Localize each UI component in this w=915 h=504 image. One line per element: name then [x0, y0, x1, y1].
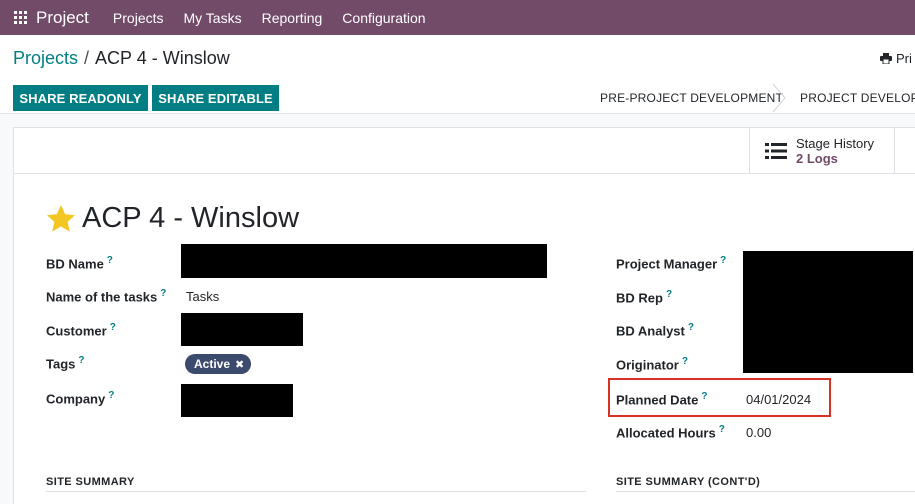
favorite-star-icon[interactable]	[46, 204, 76, 234]
site-summary-title: SITE SUMMARY	[46, 476, 135, 488]
help-icon[interactable]: ?	[666, 289, 672, 300]
stage-history-button[interactable]: Stage History 2 Logs	[749, 128, 895, 174]
stage-history-label: Stage History	[796, 136, 875, 151]
bd-name-value-redacted[interactable]	[181, 244, 547, 278]
customer-label: Customer?	[46, 322, 116, 339]
list-icon	[765, 143, 787, 159]
bd-rep-label: BD Rep?	[616, 289, 673, 306]
company-value-redacted[interactable]	[181, 384, 293, 417]
control-panel: Projects / ACP 4 - Winslow Pri	[0, 35, 915, 81]
stage-pre-project-development[interactable]: PRE-PROJECT DEVELOPMENT	[600, 85, 783, 111]
nav-my-tasks[interactable]: My Tasks	[174, 0, 252, 35]
tag-remove-icon[interactable]: ✖	[235, 358, 244, 371]
tag-active[interactable]: Active ✖	[185, 354, 252, 374]
site-summary-divider	[46, 491, 586, 492]
nav-reporting[interactable]: Reporting	[252, 0, 333, 35]
help-icon[interactable]: ?	[160, 288, 166, 299]
site-summary-contd-title: SITE SUMMARY (CONT'D)	[616, 476, 761, 488]
print-button[interactable]: Pri	[880, 51, 912, 66]
print-label: Pri	[896, 51, 912, 66]
task-name-label: Name of the tasks?	[46, 288, 167, 305]
help-icon[interactable]: ?	[682, 356, 688, 367]
bd-name-label: BD Name?	[46, 255, 113, 272]
help-icon[interactable]: ?	[720, 255, 726, 266]
manager-block-redacted[interactable]	[743, 251, 913, 373]
site-summary-contd-divider	[616, 491, 915, 492]
tags-label: Tags?	[46, 355, 85, 372]
printer-icon	[880, 53, 892, 64]
record-title[interactable]: ACP 4 - Winslow	[82, 202, 299, 235]
record-title-row: ACP 4 - Winslow	[46, 202, 299, 235]
nav-projects[interactable]: Projects	[103, 0, 174, 35]
top-navbar: Project Projects My Tasks Reporting Conf…	[0, 0, 915, 35]
help-icon[interactable]: ?	[688, 322, 694, 333]
breadcrumb-separator: /	[84, 47, 90, 68]
planned-date-highlight	[608, 378, 831, 417]
help-icon[interactable]: ?	[108, 390, 114, 401]
stage-project-development[interactable]: PROJECT DEVELOPM	[800, 85, 915, 111]
company-label: Company?	[46, 390, 115, 407]
breadcrumb-projects-link[interactable]: Projects	[13, 48, 78, 69]
breadcrumb-current: ACP 4 - Winslow	[95, 47, 230, 68]
allocated-hours-value[interactable]: 0.00	[746, 425, 771, 440]
help-icon[interactable]: ?	[78, 355, 84, 366]
customer-value-redacted[interactable]	[181, 313, 303, 346]
task-name-value[interactable]: Tasks	[186, 289, 219, 304]
tag-active-label: Active	[194, 357, 231, 371]
apps-grid-icon[interactable]	[0, 0, 36, 35]
app-brand[interactable]: Project	[36, 8, 89, 28]
bd-analyst-label: BD Analyst?	[616, 322, 694, 339]
stage-history-count: 2 Logs	[796, 151, 838, 166]
help-icon[interactable]: ?	[107, 255, 113, 266]
nav-configuration[interactable]: Configuration	[332, 0, 435, 35]
form-sheet: Stage History 2 Logs ACP 4 - Winslow BD …	[13, 127, 915, 504]
smart-button-box: Stage History 2 Logs	[14, 128, 915, 174]
allocated-hours-label: Allocated Hours?	[616, 424, 725, 441]
share-readonly-button[interactable]: SHARE READONLY	[13, 85, 148, 111]
project-manager-label: Project Manager?	[616, 255, 727, 272]
action-bar: SHARE READONLY SHARE EDITABLE PRE-PROJEC…	[0, 81, 915, 114]
help-icon[interactable]: ?	[110, 322, 116, 333]
share-editable-button[interactable]: SHARE EDITABLE	[152, 85, 279, 111]
stage-separator-arrow	[772, 84, 786, 112]
originator-label: Originator?	[616, 356, 688, 373]
help-icon[interactable]: ?	[719, 424, 725, 435]
